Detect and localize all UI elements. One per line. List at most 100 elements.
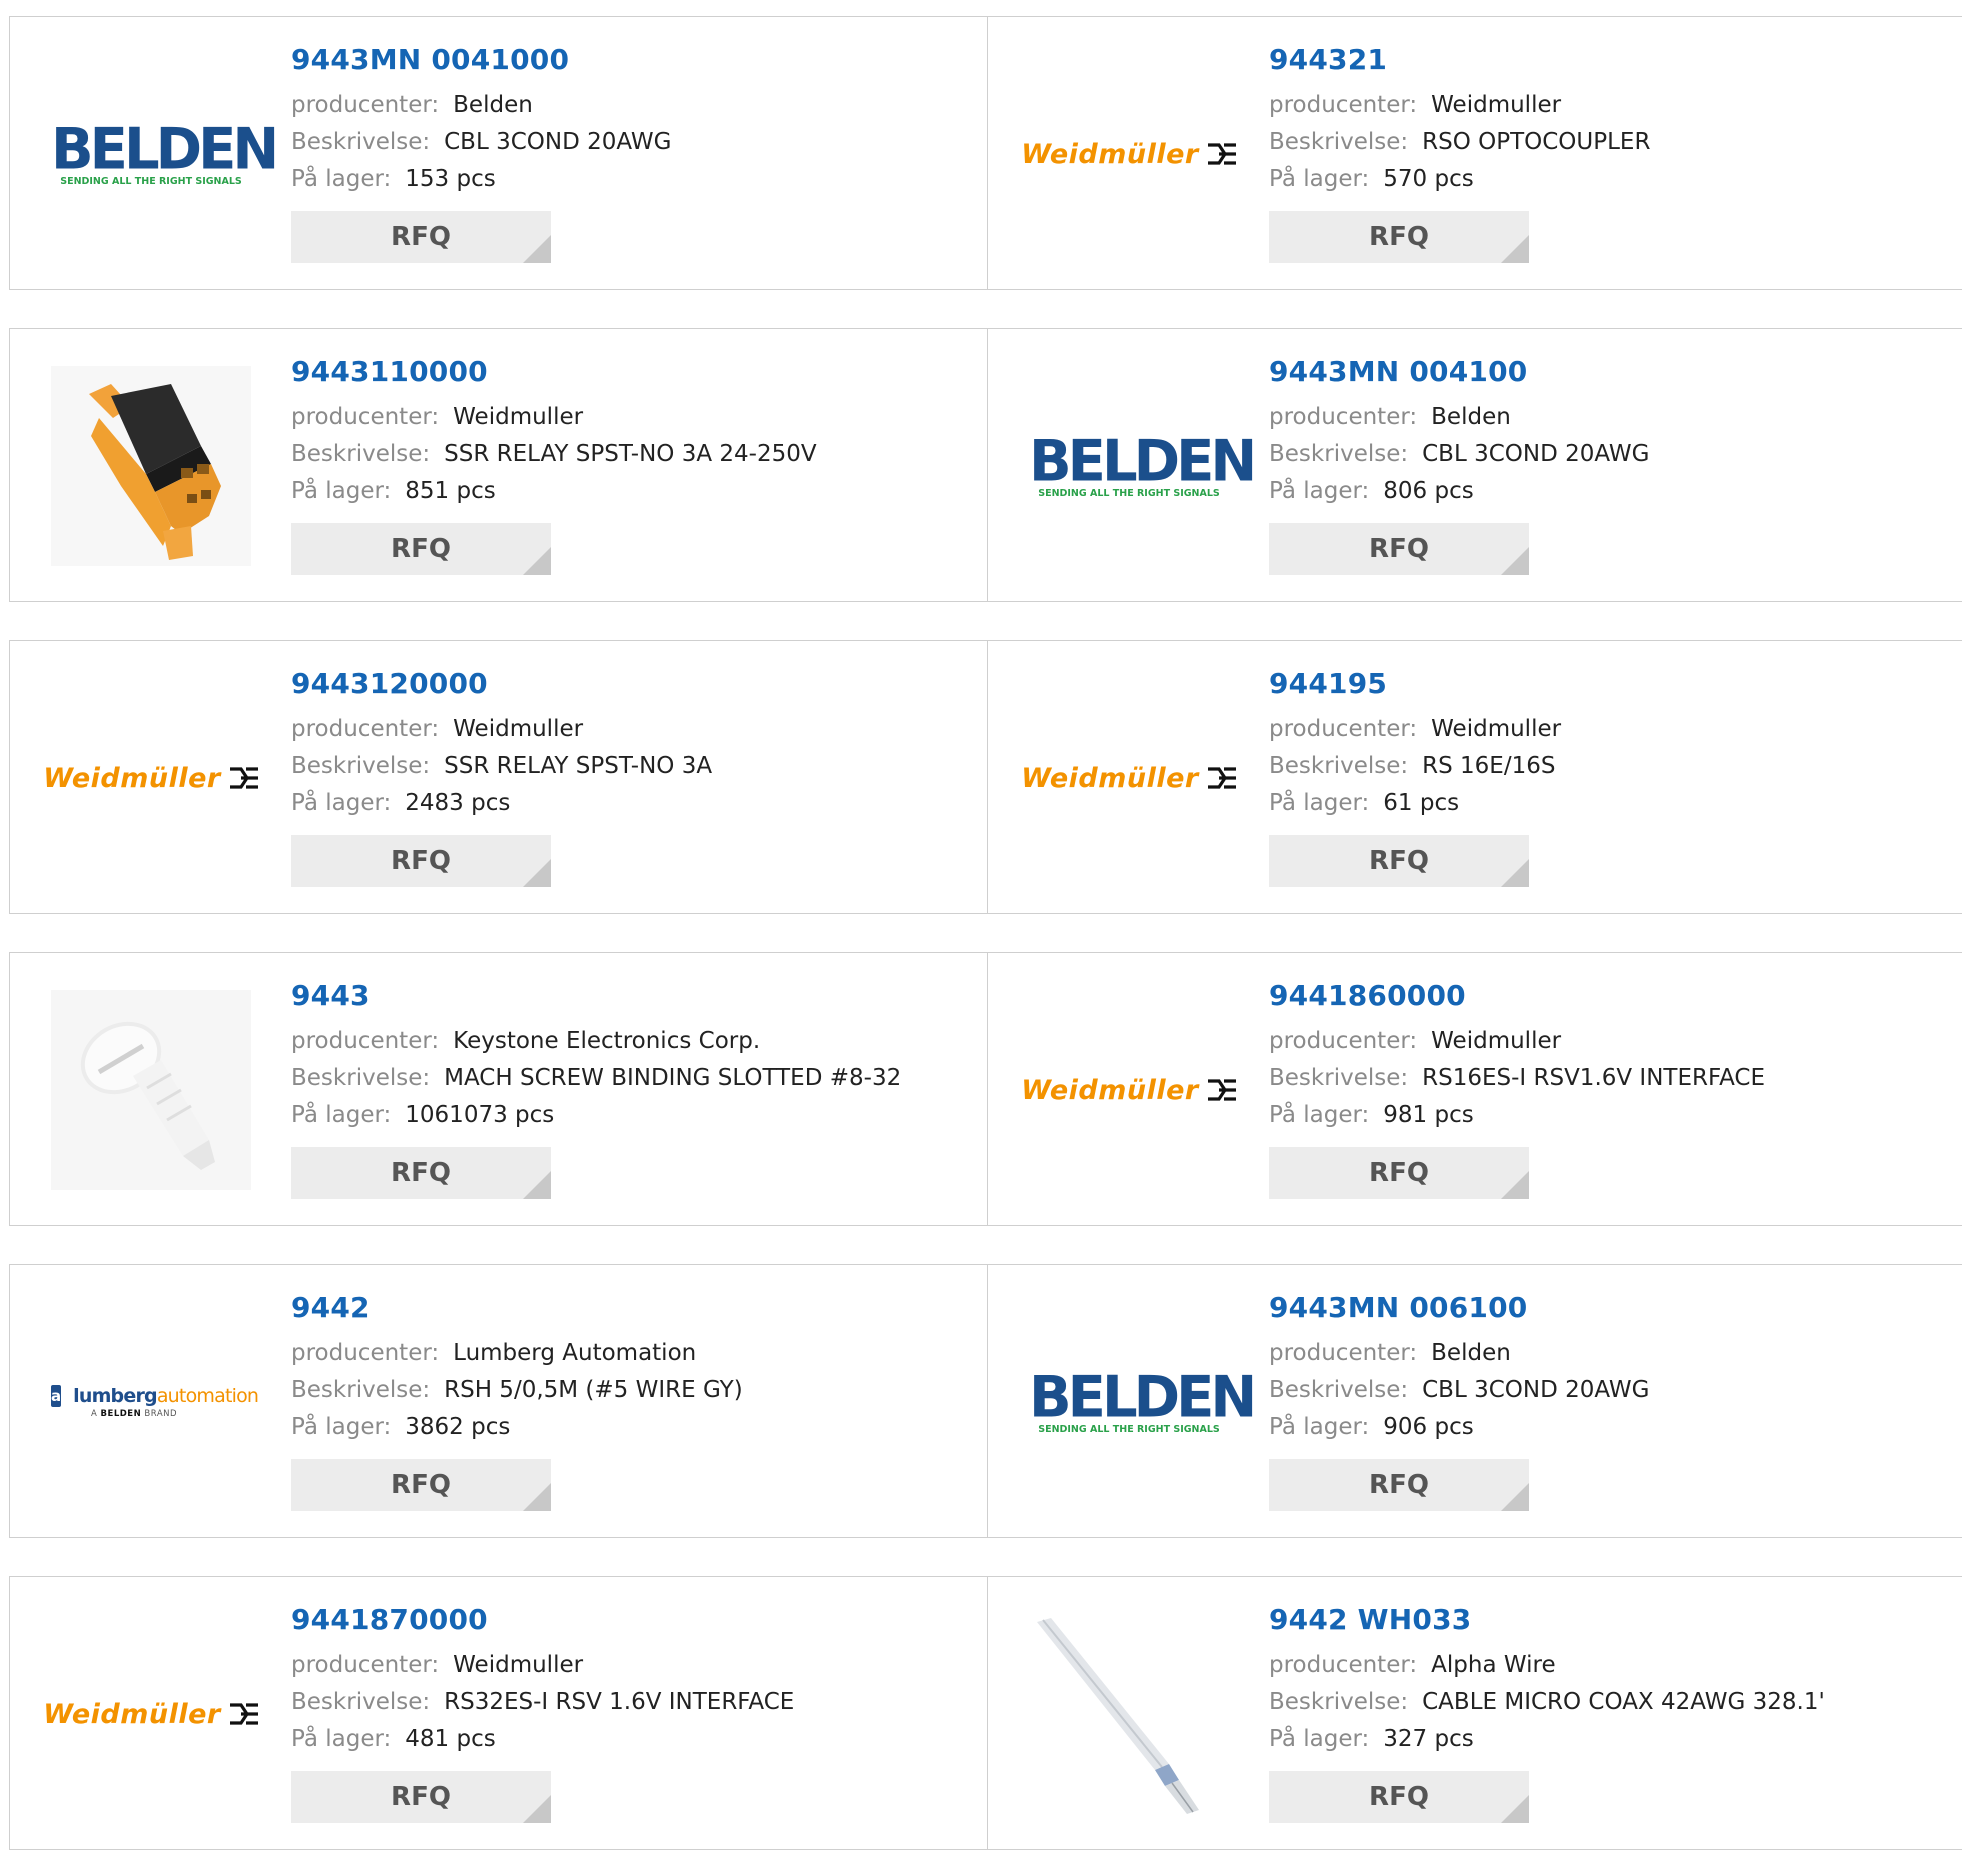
- product-info: 9441860000 producenter: Weidmuller Beskri…: [1269, 979, 1765, 1199]
- description-value: RS16ES-I RSV1.6V INTERFACE: [1422, 1065, 1766, 1091]
- product-thumbnail[interactable]: [1029, 1614, 1229, 1814]
- part-number-link[interactable]: 9441860000: [1269, 979, 1765, 1013]
- weidmuller-logo-word: Weidmüller: [1021, 138, 1199, 170]
- manufacturer-label: producenter:: [1269, 1028, 1418, 1054]
- part-number-link[interactable]: 9443MN 0041000: [291, 43, 671, 77]
- product-thumbnail[interactable]: [51, 990, 251, 1190]
- manufacturer-line: producenter: Keystone Electronics Corp.: [291, 1023, 901, 1060]
- rfq-button[interactable]: RFQ: [291, 1459, 551, 1511]
- manufacturer-value: Weidmuller: [1431, 716, 1562, 742]
- product-thumbnail[interactable]: Weidmüller: [1021, 678, 1236, 878]
- rfq-button[interactable]: RFQ: [1269, 523, 1529, 575]
- stock-label: På lager:: [291, 790, 392, 816]
- corner-triangle-icon: [1501, 1795, 1529, 1823]
- description-value: SSR RELAY SPST-NO 3A: [444, 753, 713, 779]
- description-label: Beskrivelse:: [1269, 129, 1409, 155]
- manufacturer-label: producenter:: [291, 404, 440, 430]
- rfq-button-label: RFQ: [1369, 534, 1429, 564]
- product-card: BELDEN SENDING ALL THE RIGHT SIGNALS 944…: [988, 1265, 1962, 1537]
- product-thumbnail[interactable]: BELDEN SENDING ALL THE RIGHT SIGNALS: [51, 54, 279, 254]
- description-line: Beskrivelse: CBL 3COND 20AWG: [291, 124, 671, 161]
- relay-photo: [51, 366, 251, 566]
- stock-value: 61 pcs: [1383, 790, 1460, 816]
- manufacturer-line: producenter: Lumberg Automation: [291, 1335, 743, 1372]
- part-number-link[interactable]: 9443: [291, 979, 901, 1013]
- screw-photo: [51, 990, 251, 1190]
- product-thumbnail[interactable]: a lumberg automation A BELDEN BRAND: [51, 1302, 259, 1502]
- belden-logo-word: BELDEN: [51, 115, 279, 183]
- manufacturer-value: Weidmuller: [453, 404, 584, 430]
- belden-logo: BELDEN SENDING ALL THE RIGHT SIGNALS: [1029, 432, 1257, 498]
- rfq-button[interactable]: RFQ: [291, 1771, 551, 1823]
- description-value: CBL 3COND 20AWG: [444, 129, 672, 155]
- part-number-link[interactable]: 9442: [291, 1291, 743, 1325]
- rfq-button[interactable]: RFQ: [291, 1147, 551, 1199]
- rfq-button[interactable]: RFQ: [1269, 835, 1529, 887]
- product-info: 944195 producenter: Weidmuller Beskrivels…: [1269, 667, 1561, 887]
- rfq-button[interactable]: RFQ: [291, 523, 551, 575]
- stock-line: På lager: 981 pcs: [1269, 1097, 1765, 1134]
- description-value: CABLE MICRO COAX 42AWG 328.1': [1422, 1689, 1825, 1715]
- weidmuller-logo: Weidmüller: [1021, 1075, 1236, 1106]
- corner-triangle-icon: [1501, 235, 1529, 263]
- manufacturer-line: producenter: Weidmuller: [291, 711, 712, 748]
- rfq-button[interactable]: RFQ: [291, 211, 551, 263]
- rfq-button-label: RFQ: [1369, 1782, 1429, 1812]
- product-thumbnail[interactable]: [51, 366, 251, 566]
- weidmuller-logo-word: Weidmüller: [1021, 762, 1199, 794]
- part-number-link[interactable]: 9441870000: [291, 1603, 794, 1637]
- corner-triangle-icon: [1501, 1483, 1529, 1511]
- rfq-button[interactable]: RFQ: [291, 835, 551, 887]
- part-number-link[interactable]: 9443110000: [291, 355, 817, 389]
- stock-line: På lager: 851 pcs: [291, 473, 817, 510]
- part-number-link[interactable]: 944321: [1269, 43, 1650, 77]
- product-grid: BELDEN SENDING ALL THE RIGHT SIGNALS 944…: [0, 0, 1962, 1850]
- product-thumbnail[interactable]: BELDEN SENDING ALL THE RIGHT SIGNALS: [1029, 1302, 1257, 1502]
- product-thumbnail[interactable]: Weidmüller: [43, 1614, 258, 1814]
- part-number-link[interactable]: 9443MN 004100: [1269, 355, 1649, 389]
- stock-value: 570 pcs: [1383, 166, 1474, 192]
- product-card: 9443 producenter: Keystone Electronics Co…: [10, 953, 988, 1225]
- rfq-button-label: RFQ: [391, 222, 451, 252]
- product-info: 9443MN 006100 producenter: Belden Beskriv…: [1269, 1291, 1649, 1511]
- product-thumbnail[interactable]: Weidmüller: [1021, 990, 1236, 1190]
- part-number-link[interactable]: 944195: [1269, 667, 1561, 701]
- stock-label: På lager:: [291, 1102, 392, 1128]
- manufacturer-line: producenter: Weidmuller: [291, 1647, 794, 1684]
- part-number-link[interactable]: 9443MN 006100: [1269, 1291, 1649, 1325]
- stock-line: På lager: 1061073 pcs: [291, 1097, 901, 1134]
- rfq-button[interactable]: RFQ: [1269, 1771, 1529, 1823]
- corner-triangle-icon: [1501, 1171, 1529, 1199]
- product-thumbnail[interactable]: Weidmüller: [1021, 54, 1236, 254]
- product-thumbnail[interactable]: Weidmüller: [43, 678, 258, 878]
- stock-line: På lager: 481 pcs: [291, 1721, 794, 1758]
- product-info: 9443MN 0041000 producenter: Belden Beskri…: [291, 43, 671, 263]
- manufacturer-label: producenter:: [1269, 92, 1418, 118]
- rfq-button-label: RFQ: [391, 1470, 451, 1500]
- product-card: 9443110000 producenter: Weidmuller Beskri…: [10, 329, 988, 601]
- product-row: a lumberg automation A BELDEN BRAND 9442 …: [9, 1264, 1962, 1538]
- rfq-button-label: RFQ: [1369, 222, 1429, 252]
- manufacturer-value: Weidmuller: [1431, 1028, 1562, 1054]
- product-card: Weidmüller 9443120000 producenter: Weidmu…: [10, 641, 988, 913]
- product-info: 9442 WH033 producenter: Alpha Wire Beskri…: [1269, 1603, 1825, 1823]
- description-value: MACH SCREW BINDING SLOTTED #8-32: [444, 1065, 902, 1091]
- rfq-button[interactable]: RFQ: [1269, 211, 1529, 263]
- stock-label: På lager:: [1269, 1102, 1370, 1128]
- manufacturer-label: producenter:: [1269, 1340, 1418, 1366]
- belden-logo-word: BELDEN: [1029, 1363, 1257, 1431]
- part-number-link[interactable]: 9443120000: [291, 667, 712, 701]
- description-line: Beskrivelse: RS16ES-I RSV1.6V INTERFACE: [1269, 1060, 1765, 1097]
- rfq-button[interactable]: RFQ: [1269, 1459, 1529, 1511]
- weidmuller-mark-icon: [1207, 143, 1236, 165]
- coax-cable-photo: [1029, 1614, 1229, 1814]
- product-card: Weidmüller 944321 producenter: Weidmuller…: [988, 17, 1962, 289]
- rfq-button[interactable]: RFQ: [1269, 1147, 1529, 1199]
- corner-triangle-icon: [523, 547, 551, 575]
- corner-triangle-icon: [523, 1171, 551, 1199]
- product-thumbnail[interactable]: BELDEN SENDING ALL THE RIGHT SIGNALS: [1029, 366, 1257, 566]
- part-number-link[interactable]: 9442 WH033: [1269, 1603, 1825, 1637]
- weidmuller-logo: Weidmüller: [1021, 763, 1236, 794]
- manufacturer-line: producenter: Belden: [291, 87, 671, 124]
- product-info: 9441870000 producenter: Weidmuller Beskri…: [291, 1603, 794, 1823]
